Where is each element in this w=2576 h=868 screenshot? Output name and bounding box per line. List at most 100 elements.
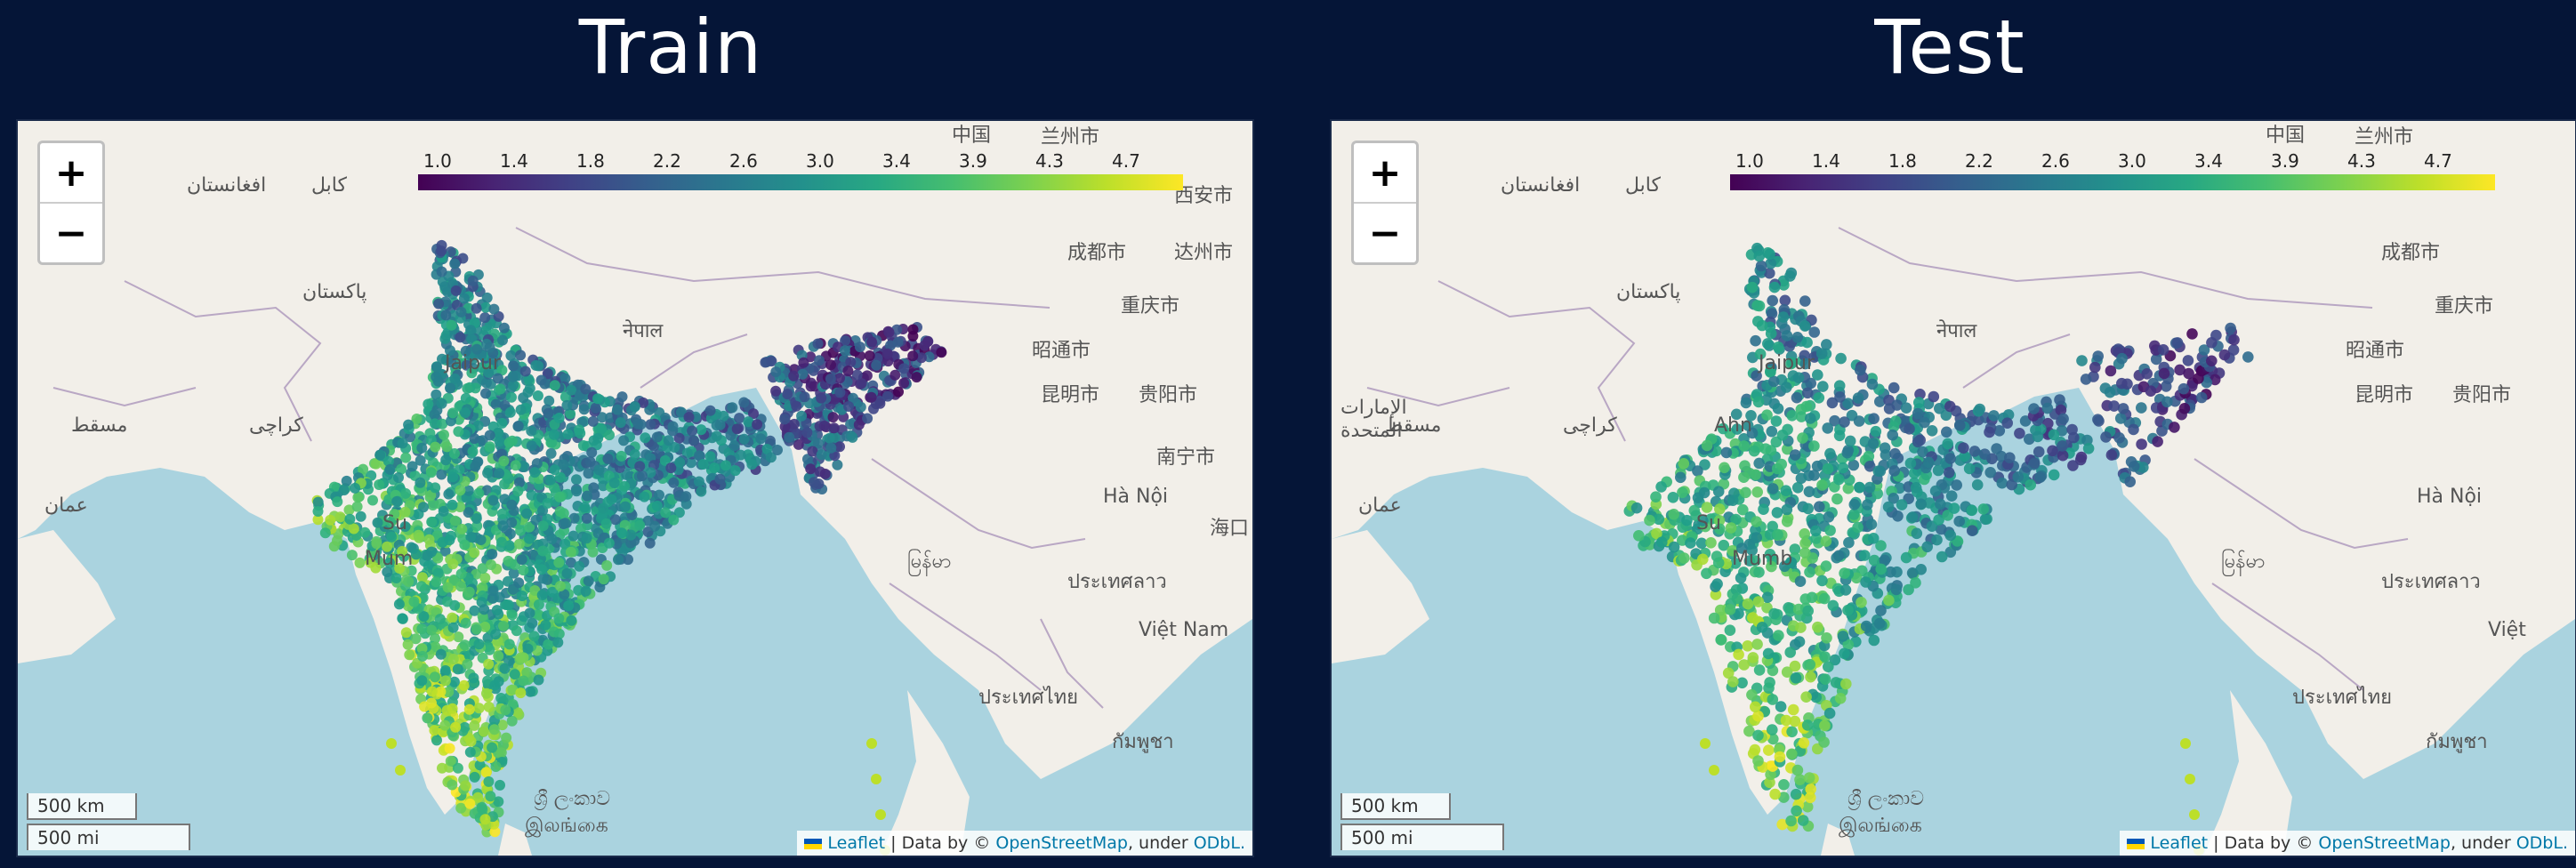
data-point — [825, 442, 837, 454]
data-point — [526, 425, 537, 437]
leaflet-link[interactable]: Leaflet — [827, 833, 885, 853]
leaflet-link[interactable]: Leaflet — [2150, 833, 2208, 853]
data-point — [400, 487, 411, 499]
data-point — [1855, 364, 1866, 376]
data-point — [883, 326, 895, 338]
data-point — [519, 366, 531, 377]
data-point — [809, 477, 819, 488]
data-point — [1742, 640, 1753, 652]
zoom-control-train: + − — [37, 141, 105, 265]
data-point — [1880, 449, 1892, 461]
data-point — [704, 405, 716, 416]
data-point — [1791, 764, 1804, 776]
data-point — [2014, 428, 2025, 439]
data-point — [1692, 465, 1703, 477]
zoom-in-button[interactable]: + — [1354, 143, 1416, 202]
data-point — [1808, 440, 1820, 452]
zoom-out-button[interactable]: − — [40, 202, 102, 262]
data-point — [812, 338, 824, 350]
data-point — [1781, 516, 1793, 527]
data-point — [1750, 701, 1761, 713]
data-point — [606, 494, 617, 505]
data-point — [2041, 402, 2054, 414]
data-point — [586, 446, 598, 458]
osm-link[interactable]: OpenStreetMap — [995, 833, 1128, 853]
map-place-label: 昆明市 — [1041, 384, 1100, 406]
odbl-link[interactable]: ODbL. — [2516, 833, 2568, 853]
data-point — [1630, 502, 1643, 514]
map-test[interactable]: افغانستان کابل پاکستان کراچی مسقط عمان الإمارا… — [1330, 119, 2576, 857]
data-point — [580, 585, 592, 597]
data-point — [1773, 630, 1784, 641]
data-point — [416, 675, 428, 687]
data-point — [834, 387, 846, 398]
data-point — [1650, 491, 1662, 502]
odbl-link[interactable]: ODbL. — [1194, 833, 1245, 853]
data-point — [1750, 469, 1761, 481]
zoom-in-button[interactable]: + — [40, 143, 102, 202]
data-point — [788, 370, 800, 382]
data-point — [393, 599, 405, 610]
data-point — [359, 526, 371, 538]
data-point — [1752, 729, 1764, 742]
data-point — [807, 446, 818, 457]
data-point — [1746, 281, 1759, 293]
data-point — [2114, 413, 2127, 424]
data-point — [1931, 534, 1943, 546]
map-place-label: کابل — [311, 174, 347, 197]
data-point — [1753, 300, 1766, 312]
data-point — [871, 774, 881, 784]
data-point — [2108, 400, 2120, 412]
data-point — [1910, 577, 1921, 589]
data-point — [1900, 402, 1912, 414]
data-point — [536, 590, 548, 601]
data-point — [2193, 373, 2204, 384]
data-point — [1926, 425, 1938, 437]
data-point — [1839, 416, 1850, 428]
data-point — [554, 471, 566, 483]
data-point — [533, 674, 544, 686]
data-point — [1919, 416, 1930, 429]
data-point — [1988, 410, 2000, 422]
map-place-label: 中国 — [952, 125, 992, 147]
data-point — [1823, 661, 1834, 672]
data-point — [1932, 464, 1944, 477]
data-point — [1883, 403, 1896, 414]
data-point — [554, 491, 566, 502]
data-point — [2182, 355, 2194, 366]
osm-link[interactable]: OpenStreetMap — [2318, 833, 2451, 853]
data-point — [447, 612, 458, 623]
data-point — [1904, 457, 1917, 470]
data-point — [2092, 350, 2104, 362]
data-point — [1751, 532, 1762, 543]
data-point — [563, 600, 575, 612]
colorbar-tick-label: 1.4 — [1812, 150, 1840, 172]
data-point — [1834, 693, 1847, 704]
data-point — [1738, 440, 1751, 452]
data-point — [494, 468, 505, 479]
data-point — [1860, 620, 1872, 632]
data-point — [566, 615, 577, 626]
data-point — [480, 767, 492, 778]
map-train[interactable]: افغانستان کابل پاکستان کراچی مسقط عمان Jaipur M… — [16, 119, 1254, 857]
data-point — [450, 285, 462, 296]
data-point — [634, 519, 646, 531]
data-point — [1856, 597, 1867, 608]
data-point — [418, 502, 429, 513]
map-place-label: 重庆市 — [1121, 295, 1180, 317]
data-point — [1868, 634, 1880, 647]
data-point — [473, 703, 485, 714]
data-point — [2169, 422, 2180, 433]
data-point — [504, 406, 516, 418]
data-point — [498, 455, 510, 467]
data-point — [553, 557, 565, 568]
data-point — [467, 275, 479, 286]
zoom-out-button[interactable]: − — [1354, 202, 1416, 262]
map-place-label: Su — [382, 512, 407, 534]
data-point — [575, 428, 586, 439]
data-point — [1963, 462, 1976, 475]
data-point — [450, 721, 462, 733]
data-point — [468, 672, 479, 684]
data-point — [338, 485, 350, 496]
map-place-label: Việt — [2488, 619, 2526, 641]
